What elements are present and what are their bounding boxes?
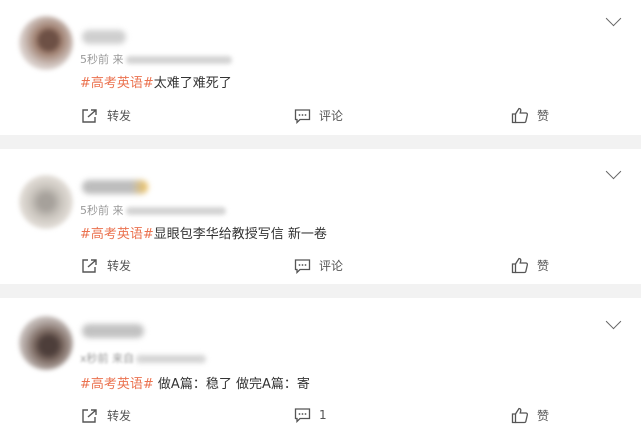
avatar[interactable] [19, 175, 73, 229]
post-meta: x秒前 来自 [80, 350, 207, 366]
comment-count: 1 [319, 408, 327, 422]
thumb-up-icon [511, 107, 529, 124]
like-button[interactable]: 赞 [511, 407, 549, 424]
hashtag-link[interactable]: #高考英语# [80, 377, 154, 392]
post-source-blurred [125, 207, 226, 215]
chevron-down-icon[interactable] [605, 10, 622, 27]
comment-button[interactable]: 1 [294, 407, 327, 423]
username-blurred[interactable] [82, 324, 144, 338]
chevron-down-icon[interactable] [605, 313, 622, 330]
comment-label: 评论 [319, 109, 344, 123]
comment-icon [294, 258, 311, 274]
post-text: 太难了难死了 [153, 76, 232, 91]
post-source-prefix: 来自 [112, 352, 135, 365]
post-time: x秒前 [80, 352, 109, 365]
hashtag-link[interactable]: #高考英语# [80, 76, 154, 91]
comment-button[interactable]: 评论 [294, 257, 343, 274]
share-button[interactable]: 转发 [81, 407, 131, 424]
share-icon [82, 408, 97, 423]
like-label: 赞 [537, 259, 550, 273]
post-source-prefix: 来 [112, 204, 124, 217]
post-card: 5秒前 来 #高考英语#显眼包李华给教授写信 新一卷 转发 评论 赞 [0, 149, 641, 284]
post-text: 显眼包李华给教授写信 新一卷 [153, 227, 327, 242]
post-meta: 5秒前 来 [80, 202, 226, 218]
avatar[interactable] [19, 316, 73, 370]
share-icon [82, 108, 97, 123]
post-card: 5秒前 来 #高考英语#太难了难死了 转发 评论 赞 [0, 0, 641, 135]
post-actions: 转发 1 赞 [0, 407, 641, 427]
share-label: 转发 [107, 259, 132, 273]
share-icon [82, 258, 97, 273]
like-label: 赞 [537, 109, 550, 123]
share-label: 转发 [107, 409, 132, 423]
post-source-blurred [136, 355, 207, 363]
post-source-blurred [125, 56, 232, 64]
post-content: #高考英语#太难了难死了 [80, 72, 232, 91]
post-time: 5秒前 [80, 204, 109, 217]
like-button[interactable]: 赞 [511, 107, 549, 124]
post-text: 做A篇：稳了 做完A篇：寄 [153, 377, 310, 392]
share-label: 转发 [107, 109, 132, 123]
post-actions: 转发 评论 赞 [0, 257, 641, 277]
chevron-down-icon[interactable] [605, 163, 622, 180]
hashtag-link[interactable]: #高考英语# [80, 227, 154, 242]
like-button[interactable]: 赞 [511, 257, 549, 274]
username-blurred[interactable] [82, 180, 148, 194]
post-content: #高考英语# 做A篇：稳了 做完A篇：寄 [80, 373, 310, 392]
comment-icon [294, 108, 311, 124]
username-blurred[interactable] [82, 30, 126, 44]
post-meta: 5秒前 来 [80, 51, 232, 67]
post-card: x秒前 来自 #高考英语# 做A篇：稳了 做完A篇：寄 转发 1 赞 [0, 298, 641, 436]
avatar[interactable] [19, 16, 73, 70]
post-content: #高考英语#显眼包李华给教授写信 新一卷 [80, 223, 327, 242]
thumb-up-icon [511, 407, 529, 424]
thumb-up-icon [511, 257, 529, 274]
post-time: 5秒前 [80, 53, 109, 66]
comment-icon [294, 408, 311, 423]
share-button[interactable]: 转发 [81, 107, 131, 124]
post-source-prefix: 来 [112, 53, 124, 66]
post-actions: 转发 评论 赞 [0, 107, 641, 127]
share-button[interactable]: 转发 [81, 257, 131, 274]
comment-label: 评论 [319, 259, 344, 273]
comment-button[interactable]: 评论 [294, 107, 343, 124]
like-label: 赞 [537, 409, 550, 423]
